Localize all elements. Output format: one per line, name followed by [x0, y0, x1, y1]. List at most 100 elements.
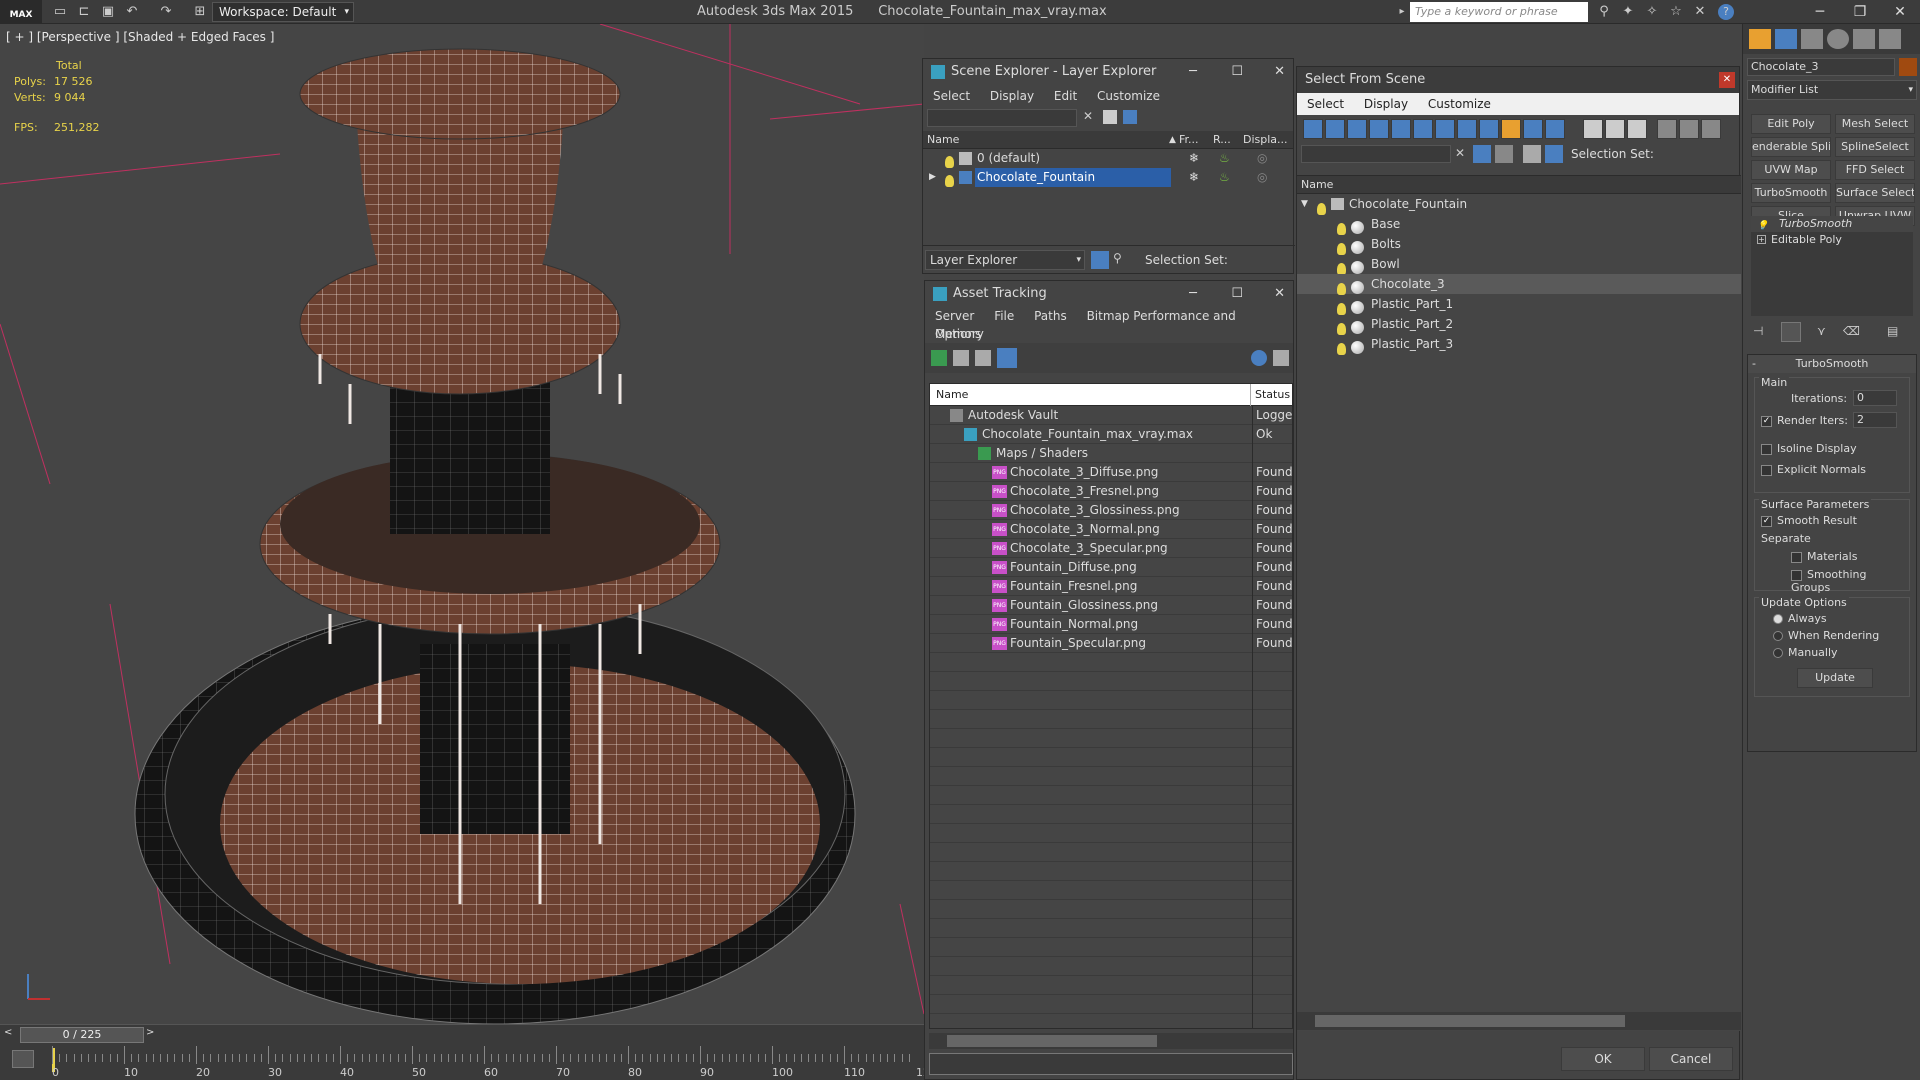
- save-file-icon[interactable]: ▣: [98, 2, 118, 22]
- scene-filter-input[interactable]: [927, 109, 1077, 127]
- scene-object-row[interactable]: Base: [1297, 214, 1741, 235]
- redo-icon[interactable]: ↷: [156, 2, 176, 22]
- explorer-type-dropdown[interactable]: Layer Explorer ▾: [925, 250, 1085, 270]
- show-end-result-icon[interactable]: [1781, 322, 1801, 342]
- asset-row[interactable]: Chocolate_Fountain_max_vray.max Ok: [930, 425, 1292, 444]
- layer-mode-icon[interactable]: [1091, 251, 1109, 269]
- when-rendering-radio[interactable]: When Rendering: [1773, 629, 1879, 642]
- modifier-button[interactable]: FFD Select: [1835, 160, 1915, 180]
- menu-select[interactable]: Select: [1307, 97, 1344, 111]
- clear-filter-icon[interactable]: ✕: [1083, 109, 1093, 123]
- light-bulb-icon[interactable]: [945, 171, 960, 190]
- asset-row[interactable]: PNG Fountain_Fresnel.png Found: [930, 577, 1292, 596]
- star-icon[interactable]: ☆: [1666, 2, 1686, 22]
- menu-customize[interactable]: Customize: [1428, 97, 1491, 111]
- undo-icon[interactable]: ↶: [122, 2, 142, 22]
- asset-tracking-titlebar[interactable]: Asset Tracking ─ ☐ ✕: [925, 281, 1293, 307]
- col-name[interactable]: Name: [927, 131, 959, 149]
- display-children-icon[interactable]: [1495, 145, 1513, 163]
- perspective-viewport[interactable]: [ + ] [Perspective ] [Shaded + Edged Fac…: [0, 24, 924, 1024]
- time-slider-handle[interactable]: 0 / 225: [20, 1027, 144, 1043]
- freeze-icon[interactable]: ❄: [1189, 168, 1199, 187]
- create-tab-icon[interactable]: [1749, 29, 1771, 49]
- select-all-icon[interactable]: [1583, 119, 1603, 139]
- always-radio[interactable]: Always: [1773, 612, 1827, 625]
- close-icon[interactable]: ✕: [1719, 72, 1735, 88]
- communication-icon[interactable]: ✧: [1642, 2, 1662, 22]
- manually-radio[interactable]: Manually: [1773, 646, 1838, 659]
- hierarchy-icon[interactable]: [1679, 119, 1699, 139]
- clear-filter-icon[interactable]: ✕: [1455, 146, 1465, 160]
- refresh-icon[interactable]: [931, 350, 947, 366]
- render-teapot-icon[interactable]: ♨: [1219, 168, 1230, 187]
- minimize-icon[interactable]: ─: [1800, 0, 1840, 24]
- update-button[interactable]: Update: [1797, 668, 1873, 688]
- render-iters-spinner[interactable]: 2: [1853, 412, 1897, 428]
- filter-icon[interactable]: [1103, 110, 1117, 124]
- scrollbar-thumb[interactable]: [1315, 1015, 1625, 1027]
- menu-file[interactable]: File: [994, 309, 1014, 323]
- maximize-icon[interactable]: ☐: [1231, 59, 1243, 85]
- tools-icon[interactable]: ✦: [1618, 2, 1638, 22]
- search-input[interactable]: Type a keyword or phrase: [1410, 2, 1588, 22]
- select-filter-input[interactable]: [1301, 145, 1451, 163]
- asset-row[interactable]: PNG Fountain_Normal.png Found: [930, 615, 1292, 634]
- modifier-button[interactable]: enderable Spli: [1751, 137, 1831, 157]
- groups-filter-icon[interactable]: [1435, 119, 1455, 139]
- menu-select[interactable]: Select: [933, 89, 970, 103]
- modifier-button[interactable]: TurboSmooth: [1751, 183, 1831, 203]
- hierarchy-mode-icon[interactable]: [1545, 145, 1563, 163]
- app-logo[interactable]: MAX: [0, 0, 42, 24]
- scene-object-row[interactable]: Plastic_Part_1: [1297, 294, 1741, 315]
- mini-curve-editor-icon[interactable]: [12, 1050, 34, 1068]
- smooth-result-checkbox[interactable]: ✓ Smooth Result: [1761, 514, 1857, 527]
- collapse-arrow-icon[interactable]: ▼: [1301, 194, 1308, 214]
- tree-root-row[interactable]: ▼ Chocolate_Fountain: [1297, 194, 1741, 215]
- track-bar[interactable]: 0 10 20 30 40 50 60 70 80 90 100 110 12: [0, 1044, 930, 1080]
- modifier-list-dropdown[interactable]: Modifier List ▾: [1747, 80, 1917, 100]
- stack-item-editable-poly[interactable]: + Editable Poly: [1751, 232, 1913, 248]
- geometry-filter-icon[interactable]: [1303, 119, 1323, 139]
- asset-row[interactable]: PNG Fountain_Specular.png Found: [930, 634, 1292, 653]
- asset-row[interactable]: PNG Fountain_Diffuse.png Found: [930, 558, 1292, 577]
- xrefs-filter-icon[interactable]: [1457, 119, 1477, 139]
- expand-plus-icon[interactable]: +: [1757, 235, 1766, 244]
- menu-paths[interactable]: Paths: [1034, 309, 1067, 323]
- find-case-icon[interactable]: [1473, 145, 1491, 163]
- display-icon[interactable]: ◎: [1257, 168, 1267, 187]
- lights-filter-icon[interactable]: [1347, 119, 1367, 139]
- modifier-button[interactable]: Surface Select: [1835, 183, 1915, 203]
- materials-checkbox[interactable]: Materials: [1791, 550, 1857, 563]
- containers-filter-icon[interactable]: [1501, 119, 1521, 139]
- modifier-button[interactable]: Edit Poly: [1751, 114, 1831, 134]
- cancel-button[interactable]: Cancel: [1649, 1047, 1733, 1071]
- asset-row[interactable]: Autodesk Vault Logged: [930, 406, 1292, 425]
- project-folder-icon[interactable]: ⊞: [190, 2, 210, 22]
- col-name[interactable]: Name: [1301, 178, 1333, 191]
- isoline-checkbox[interactable]: Isoline Display: [1761, 442, 1857, 455]
- maximize-icon[interactable]: ☐: [1231, 281, 1243, 307]
- make-unique-icon[interactable]: ⋎: [1817, 324, 1833, 340]
- tree-horizontal-scrollbar[interactable]: [1297, 1012, 1741, 1030]
- menu-server[interactable]: Server: [935, 309, 974, 323]
- display-tab-icon[interactable]: [1853, 29, 1875, 49]
- motion-tab-icon[interactable]: [1827, 29, 1849, 49]
- asset-row[interactable]: PNG Chocolate_3_Normal.png Found: [930, 520, 1292, 539]
- time-prev-icon[interactable]: <: [4, 1027, 12, 1038]
- col-render[interactable]: R...: [1213, 131, 1231, 149]
- restore-icon[interactable]: ❐: [1840, 0, 1880, 24]
- select-invert-icon[interactable]: [1627, 119, 1647, 139]
- minimize-icon[interactable]: ─: [1189, 59, 1197, 85]
- iterations-spinner[interactable]: 0: [1853, 390, 1897, 406]
- close-window-icon[interactable]: ✕: [1880, 0, 1920, 24]
- frozen-filter-icon[interactable]: [1523, 119, 1543, 139]
- asset-row[interactable]: PNG Chocolate_3_Fresnel.png Found: [930, 482, 1292, 501]
- list-view-icon[interactable]: [953, 350, 969, 366]
- find-icon[interactable]: [1123, 110, 1137, 124]
- smoothing-groups-checkbox[interactable]: Smoothing Groups: [1791, 568, 1909, 594]
- minimize-icon[interactable]: ─: [1189, 281, 1197, 307]
- menu-edit[interactable]: Edit: [1054, 89, 1077, 103]
- scene-object-row[interactable]: Chocolate_3: [1297, 274, 1741, 295]
- modifier-button[interactable]: Mesh Select: [1835, 114, 1915, 134]
- layer-row[interactable]: 0 (default) ❄ ♨ ◎: [923, 149, 1293, 168]
